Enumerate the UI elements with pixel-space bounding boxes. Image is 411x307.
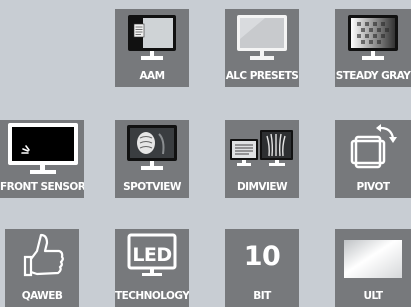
ten-bit-icon: 10	[243, 241, 281, 272]
tile-label-pivot: PIVOT	[356, 181, 390, 193]
monitor-grayscale-gradient-icon	[348, 15, 398, 60]
tile-label-spotview: SPOTVIEW	[123, 181, 181, 193]
tile-front-sensor[interactable]: FRONT SENSOR	[0, 120, 84, 198]
tile-label-technology: TECHNOLOGY	[115, 290, 189, 302]
tile-ult[interactable]: ULT	[335, 229, 411, 307]
tile-label-bit: BIT	[253, 290, 271, 302]
tile-bit[interactable]: 10 BIT	[225, 229, 299, 307]
thumbs-up-icon	[23, 233, 64, 277]
dual-monitor-xray-icon	[230, 130, 293, 166]
monitor-sensor-icon	[8, 123, 78, 174]
tile-spotview[interactable]: SPOTVIEW	[115, 120, 189, 198]
monitor-blank-icon	[237, 15, 287, 60]
tile-label-qaweb: QAWEB	[21, 290, 63, 302]
tile-alc-presets[interactable]: ALC PRESETS	[225, 9, 299, 87]
rotate-screen-icon	[350, 124, 397, 169]
tile-label-steady-gray: STEADY GRAY	[335, 70, 411, 82]
tile-label-alc-presets: ALC PRESETS	[225, 70, 299, 82]
tile-qaweb[interactable]: QAWEB	[5, 229, 79, 307]
tile-label-front-sensor: FRONT SENSOR	[0, 181, 84, 193]
tile-label-aam: AAM	[139, 70, 165, 82]
tile-technology[interactable]: LED TECHNOLOGY	[115, 229, 189, 307]
led-text: LED	[132, 244, 171, 266]
tile-label-ult: ULT	[363, 290, 384, 302]
tile-pivot[interactable]: PIVOT	[335, 120, 411, 198]
white-square-icon	[344, 240, 402, 278]
led-monitor-icon: LED	[127, 233, 177, 276]
tile-aam[interactable]: AAM	[115, 9, 189, 87]
tile-steady-gray[interactable]: STEADY GRAY	[335, 9, 411, 87]
tile-dimview[interactable]: DIMVIEW	[225, 120, 299, 198]
monitor-document-icon	[128, 15, 176, 60]
tile-label-dimview: DIMVIEW	[236, 181, 288, 193]
monitor-xray-spot-icon	[127, 125, 177, 170]
